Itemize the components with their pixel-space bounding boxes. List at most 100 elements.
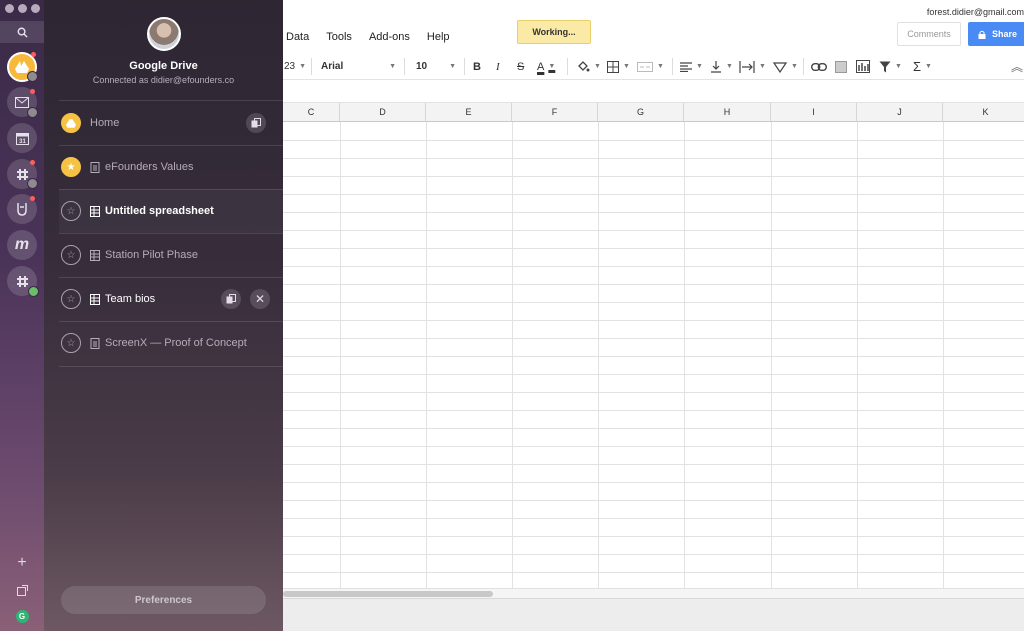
merge-icon	[637, 61, 653, 72]
menu-help[interactable]: Help	[427, 31, 450, 43]
text-color-button[interactable]: A ▼	[537, 53, 555, 80]
formula-bar[interactable]	[283, 80, 1024, 103]
maximize-window-button[interactable]	[31, 4, 40, 13]
spreadsheet-icon	[90, 205, 100, 217]
drive-item-label: ScreenX — Proof of Concept	[105, 337, 247, 349]
spreadsheet-view: forest.didier@gmail.com Data Tools Add-o…	[283, 0, 1024, 631]
column-header[interactable]: D	[340, 103, 426, 122]
collapse-toolbar-button[interactable]: ︽	[1011, 53, 1023, 80]
paint-bucket-icon	[578, 60, 590, 71]
divider	[59, 366, 283, 367]
link-icon	[811, 62, 827, 71]
functions-button[interactable]: Σ ▼	[913, 53, 932, 80]
open-in-window-button[interactable]	[246, 113, 266, 133]
column-header[interactable]: J	[857, 103, 943, 122]
vertical-align-icon	[711, 60, 721, 73]
google-drive-icon	[15, 61, 29, 73]
comments-button[interactable]: Comments	[897, 22, 961, 46]
font-size-select[interactable]: 10 ▼	[416, 53, 456, 80]
grid-line	[283, 464, 1024, 465]
italic-button[interactable]: I	[496, 53, 500, 80]
column-header[interactable]: E	[426, 103, 512, 122]
font-select[interactable]: Arial ▼	[321, 53, 396, 80]
column-header[interactable]: K	[943, 103, 1024, 122]
vertical-align-button[interactable]: ▼	[710, 53, 733, 80]
column-header[interactable]: I	[771, 103, 857, 122]
grid-line	[283, 338, 1024, 339]
close-window-button[interactable]	[5, 4, 14, 13]
menu-tools[interactable]: Tools	[326, 31, 352, 43]
preferences-button[interactable]: Preferences	[61, 586, 266, 614]
menu-bar: Data Tools Add-ons Help	[286, 31, 467, 43]
drive-item-efounders-values[interactable]: ★ eFounders Values	[59, 145, 283, 189]
drive-item-station-pilot-phase[interactable]: ☆ Station Pilot Phase	[59, 233, 283, 277]
merge-cells-button[interactable]: ▼	[637, 53, 664, 80]
rail-search-button[interactable]	[0, 21, 44, 43]
grid-line	[283, 536, 1024, 537]
avatar	[147, 17, 181, 51]
slack-icon	[16, 168, 28, 180]
column-header[interactable]: G	[598, 103, 684, 122]
document-icon	[90, 161, 100, 173]
chevron-down-icon: ▼	[548, 63, 556, 70]
scrollbar-thumb[interactable]	[283, 591, 493, 597]
insert-link-button[interactable]	[811, 53, 827, 80]
open-external-button[interactable]	[0, 582, 44, 598]
insert-chart-button[interactable]	[856, 53, 870, 80]
menu-data[interactable]: Data	[286, 31, 309, 43]
grid-line	[283, 266, 1024, 267]
column-header[interactable]: C	[283, 103, 340, 122]
zoom-select[interactable]: 23 ▼	[284, 53, 306, 80]
text-wrap-button[interactable]: ▼	[739, 53, 766, 80]
star-icon[interactable]: ☆	[61, 245, 81, 265]
app-rail: 31 m + G	[0, 0, 44, 631]
drive-item-home[interactable]: Home	[59, 101, 283, 145]
borders-button[interactable]: ▼	[607, 53, 630, 80]
minimize-window-button[interactable]	[18, 4, 27, 13]
chevron-down-icon: ▼	[925, 63, 932, 70]
strikethrough-button[interactable]: S	[517, 53, 524, 80]
star-icon[interactable]: ☆	[61, 201, 81, 221]
star-icon[interactable]: ★	[61, 157, 81, 177]
text-rotation-button[interactable]: ▼	[773, 53, 798, 80]
working-status: Working...	[517, 20, 591, 44]
account-email[interactable]: forest.didier@gmail.com	[927, 7, 1024, 17]
menu-add-ons[interactable]: Add-ons	[369, 31, 410, 43]
copy-icon	[226, 294, 236, 304]
text-wrap-icon	[739, 60, 755, 73]
insert-comment-button[interactable]	[835, 53, 847, 80]
align-button[interactable]: ▼	[680, 53, 703, 80]
close-tab-button[interactable]: ✕	[250, 289, 270, 309]
rail-calendar-button[interactable]: 31	[7, 123, 37, 153]
status-badge	[28, 286, 39, 297]
star-icon[interactable]: ☆	[61, 333, 81, 353]
grammarly-button[interactable]: G	[0, 608, 44, 624]
notification-dot	[31, 52, 36, 57]
grammarly-icon: G	[15, 609, 29, 623]
drive-item-team-bios[interactable]: ☆ Team bios ✕	[59, 277, 283, 321]
share-button[interactable]: Share	[968, 22, 1024, 46]
horizontal-scrollbar[interactable]	[283, 588, 1024, 598]
slack-icon-2	[16, 275, 28, 287]
grid-line	[283, 212, 1024, 213]
chevron-down-icon: ▼	[389, 63, 396, 70]
spreadsheet-icon	[90, 249, 100, 261]
star-icon[interactable]: ☆	[61, 289, 81, 309]
column-header[interactable]: F	[512, 103, 598, 122]
account-badge	[27, 71, 38, 82]
add-app-button[interactable]: +	[0, 554, 44, 571]
cell-grid[interactable]: C D E F G H I J K	[283, 103, 1024, 588]
filter-icon	[879, 61, 891, 72]
bold-button[interactable]: B	[473, 53, 481, 80]
filter-button[interactable]: ▼	[879, 53, 902, 80]
fill-color-button[interactable]: ▼	[577, 53, 601, 80]
column-header[interactable]: H	[684, 103, 771, 122]
open-in-window-button[interactable]	[221, 289, 241, 309]
search-icon	[17, 27, 28, 38]
rail-medium-button[interactable]: m	[7, 230, 37, 260]
app-window: 31 m + G Google Drive Connected as didie…	[0, 0, 1024, 631]
drive-item-untitled-spreadsheet[interactable]: ☆ Untitled spreadsheet	[59, 189, 283, 233]
grid-line	[283, 284, 1024, 285]
drive-item-screenx[interactable]: ☆ ScreenX — Proof of Concept	[59, 321, 283, 365]
medium-icon: m	[14, 236, 30, 253]
